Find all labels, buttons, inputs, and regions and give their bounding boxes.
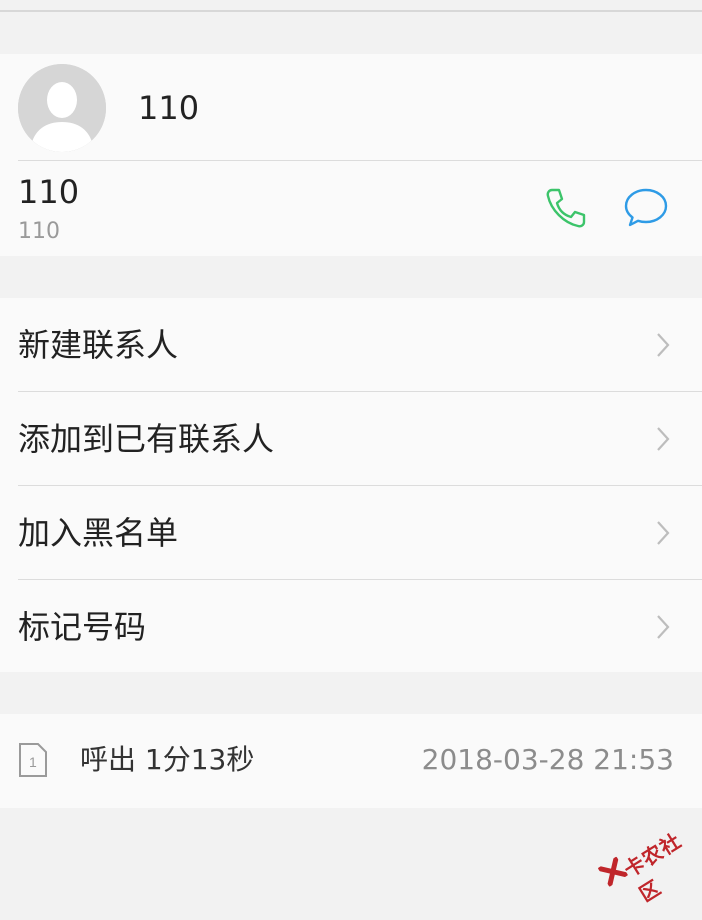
menu-item-add-to-existing[interactable]: 添加到已有联系人 — [0, 392, 702, 486]
chevron-right-icon — [657, 333, 670, 357]
call-log-entry[interactable]: 1 呼出 1分13秒 2018-03-28 21:53 — [0, 714, 702, 808]
avatar[interactable] — [18, 64, 106, 152]
call-button[interactable] — [542, 184, 590, 232]
watermark-text: 卡农社区 — [619, 828, 686, 907]
call-timestamp: 2018-03-28 21:53 — [421, 743, 674, 776]
sim-card-icon: 1 — [19, 743, 47, 777]
call-type-duration: 呼出 1分13秒 — [80, 743, 255, 776]
avatar-placeholder-icon — [18, 64, 106, 152]
phone-number-label: 110 — [18, 219, 60, 244]
watermark-logo: 卡农社区 — [591, 808, 702, 908]
message-button[interactable] — [622, 184, 670, 232]
chevron-right-icon — [657, 615, 670, 639]
menu-item-mark-number[interactable]: 标记号码 — [0, 580, 702, 674]
menu-item-label: 标记号码 — [18, 608, 147, 646]
contact-header-card: 110 110 110 — [0, 54, 702, 256]
action-menu: 新建联系人 添加到已有联系人 加入黑名单 标记号码 — [0, 298, 702, 672]
chevron-right-icon — [657, 521, 670, 545]
menu-item-label: 加入黑名单 — [18, 514, 179, 552]
phone-icon — [546, 188, 586, 228]
menu-item-blacklist[interactable]: 加入黑名单 — [0, 486, 702, 580]
top-divider — [0, 10, 702, 12]
message-icon — [624, 188, 668, 227]
chevron-right-icon — [657, 427, 670, 451]
header-divider — [18, 160, 702, 161]
phone-number: 110 — [18, 173, 80, 211]
sim-slot-number: 1 — [29, 754, 37, 770]
menu-item-label: 新建联系人 — [18, 326, 179, 364]
contact-name: 110 — [138, 89, 200, 127]
menu-item-new-contact[interactable]: 新建联系人 — [0, 298, 702, 392]
menu-item-label: 添加到已有联系人 — [18, 420, 275, 458]
